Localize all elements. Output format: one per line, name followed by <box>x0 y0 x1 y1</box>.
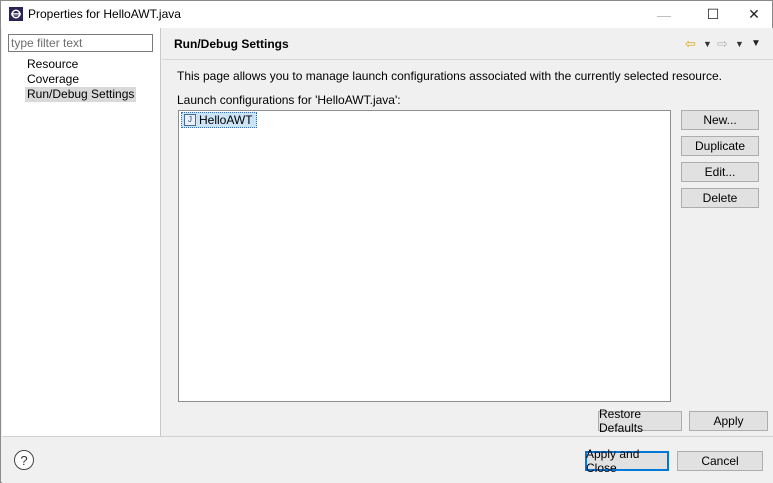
maximize-button[interactable]: ☐ <box>691 1 735 28</box>
delete-button[interactable]: Delete <box>681 188 759 208</box>
java-app-launch-icon: J <box>184 114 196 126</box>
page-title: Run/Debug Settings <box>174 37 289 51</box>
window-title: Properties for HelloAWT.java <box>28 7 181 21</box>
list-item[interactable]: J HelloAWT <box>181 112 257 128</box>
view-menu-icon[interactable]: ▼ <box>751 35 761 53</box>
page-description: This page allows you to manage launch co… <box>177 69 722 83</box>
apply-and-close-button[interactable]: Apply and Close <box>585 447 669 475</box>
filter-input[interactable] <box>8 34 153 52</box>
duplicate-button[interactable]: Duplicate <box>681 136 759 156</box>
edit-button[interactable]: Edit... <box>681 162 759 182</box>
sidebar-item-resource[interactable]: Resource <box>25 57 80 72</box>
eclipse-app-icon <box>9 7 23 21</box>
apply-button[interactable]: Apply <box>689 411 768 431</box>
sidebar-item-coverage[interactable]: Coverage <box>25 72 81 87</box>
new-button[interactable]: New... <box>681 110 759 130</box>
sidebar-item-run-debug-settings[interactable]: Run/Debug Settings <box>25 87 137 102</box>
launch-configurations-list[interactable]: J HelloAWT <box>178 110 671 402</box>
close-button[interactable]: ✕ <box>732 1 773 28</box>
main-pane: Run/Debug Settings ⇦ ▼ ⇨ ▼ ▼ This page a… <box>162 28 773 436</box>
config-label: HelloAWT <box>199 113 253 127</box>
configurations-label: Launch configurations for 'HelloAWT.java… <box>177 93 401 107</box>
back-arrow-icon[interactable]: ⇦ <box>685 35 696 53</box>
back-history-dropdown-icon[interactable]: ▼ <box>703 35 712 53</box>
properties-dialog: Properties for HelloAWT.java — ☐ ✕ Resou… <box>0 0 773 483</box>
sidebar: Resource Coverage Run/Debug Settings <box>2 28 161 436</box>
minimize-button[interactable]: — <box>642 1 686 28</box>
dialog-footer: ? Apply and Close Cancel <box>2 436 773 483</box>
restore-defaults-button[interactable]: Restore Defaults <box>598 407 682 435</box>
forward-history-dropdown-icon[interactable]: ▼ <box>735 35 744 53</box>
page-header: Run/Debug Settings ⇦ ▼ ⇨ ▼ ▼ <box>162 28 773 60</box>
page-navigation: ⇦ ▼ ⇨ ▼ ▼ <box>685 35 765 53</box>
cancel-button[interactable]: Cancel <box>677 451 763 471</box>
forward-arrow-icon[interactable]: ⇨ <box>717 35 728 53</box>
help-icon[interactable]: ? <box>14 450 34 470</box>
title-bar: Properties for HelloAWT.java — ☐ ✕ <box>1 1 772 28</box>
